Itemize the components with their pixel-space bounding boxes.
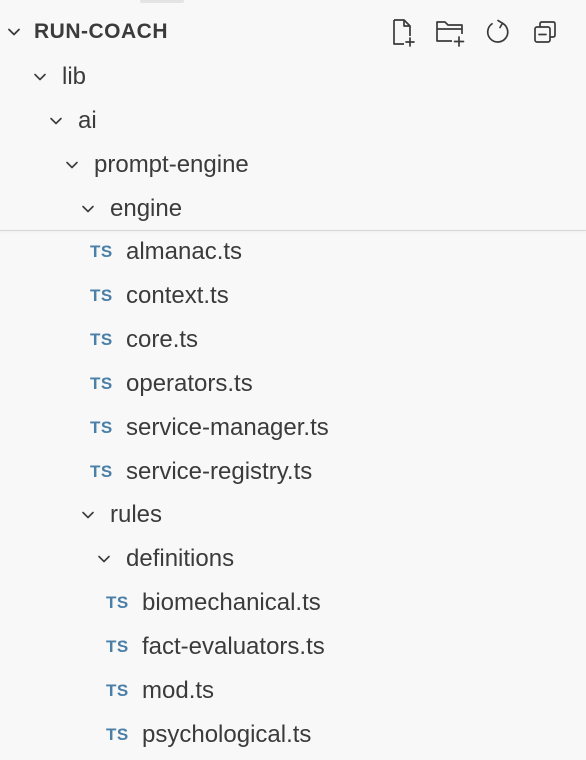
section-header[interactable]: RUN-COACH (0, 10, 586, 54)
new-file-icon (387, 17, 417, 47)
typescript-file-icon: TS (90, 462, 113, 481)
folder-label: lib (62, 63, 87, 90)
tree-file[interactable]: TS context.ts (0, 274, 586, 318)
tree-file[interactable]: TS service-registry.ts (0, 450, 586, 494)
collapse-all-button[interactable] (528, 15, 564, 49)
tree-file[interactable]: TS mod.ts (0, 669, 586, 713)
file-label: service-manager.ts (126, 414, 329, 441)
file-label: fact-evaluators.ts (142, 633, 325, 660)
file-label: core.ts (126, 326, 199, 353)
refresh-icon (483, 17, 513, 47)
file-label: service-registry.ts (126, 458, 313, 485)
folder-label: ai (78, 107, 97, 134)
collapse-all-icon (531, 17, 561, 47)
file-label: psychological.ts (142, 721, 312, 748)
tree-file[interactable]: TS fact-evaluators.ts (0, 625, 586, 669)
typescript-file-icon: TS (90, 330, 113, 349)
tree-folder-rules[interactable]: rules (0, 493, 586, 537)
typescript-file-icon: TS (106, 681, 129, 700)
file-label: operators.ts (126, 370, 253, 397)
file-label: almanac.ts (126, 238, 243, 265)
chevron-down-icon (81, 202, 95, 216)
chevron-down-icon[interactable] (7, 25, 21, 39)
refresh-button[interactable] (480, 15, 516, 49)
chevron-down-icon (97, 552, 111, 566)
file-label: biomechanical.ts (142, 589, 321, 616)
new-file-button[interactable] (384, 15, 420, 49)
tree-folder-engine[interactable]: engine (0, 187, 586, 231)
tree-file[interactable]: TS operators.ts (0, 362, 586, 406)
folder-label: engine (110, 195, 183, 222)
typescript-file-icon: TS (90, 242, 113, 261)
explorer-panel: RUN-COACH lib ai prompt-engine engine TS… (0, 0, 586, 760)
chevron-down-icon (33, 70, 47, 84)
tree-file[interactable]: TS biomechanical.ts (0, 581, 586, 625)
typescript-file-icon: TS (106, 593, 129, 612)
tree-file[interactable]: TS psychological.ts (0, 713, 586, 757)
tree-file[interactable]: TS core.ts (0, 318, 586, 362)
chevron-down-icon (65, 158, 79, 172)
tree-file[interactable]: TS almanac.ts (0, 230, 586, 274)
new-folder-icon (434, 17, 466, 47)
folder-label: prompt-engine (94, 151, 249, 178)
tree-folder-ai[interactable]: ai (0, 99, 586, 143)
new-folder-button[interactable] (432, 15, 468, 49)
tree-folder-lib[interactable]: lib (0, 55, 586, 99)
typescript-file-icon: TS (106, 637, 129, 656)
typescript-file-icon: TS (106, 725, 129, 744)
chevron-down-icon (49, 114, 63, 128)
tree-folder-definitions[interactable]: definitions (0, 537, 586, 581)
panel-grip (140, 0, 184, 3)
folder-label: definitions (126, 545, 235, 572)
file-label: mod.ts (142, 677, 215, 704)
tree-folder-prompt-engine[interactable]: prompt-engine (0, 143, 586, 187)
typescript-file-icon: TS (90, 418, 113, 437)
file-label: context.ts (126, 282, 229, 309)
chevron-down-icon (81, 508, 95, 522)
typescript-file-icon: TS (90, 286, 113, 305)
tree-file[interactable]: TS service-manager.ts (0, 406, 586, 450)
section-title: RUN-COACH (34, 20, 168, 43)
folder-label: rules (110, 501, 163, 528)
typescript-file-icon: TS (90, 374, 113, 393)
